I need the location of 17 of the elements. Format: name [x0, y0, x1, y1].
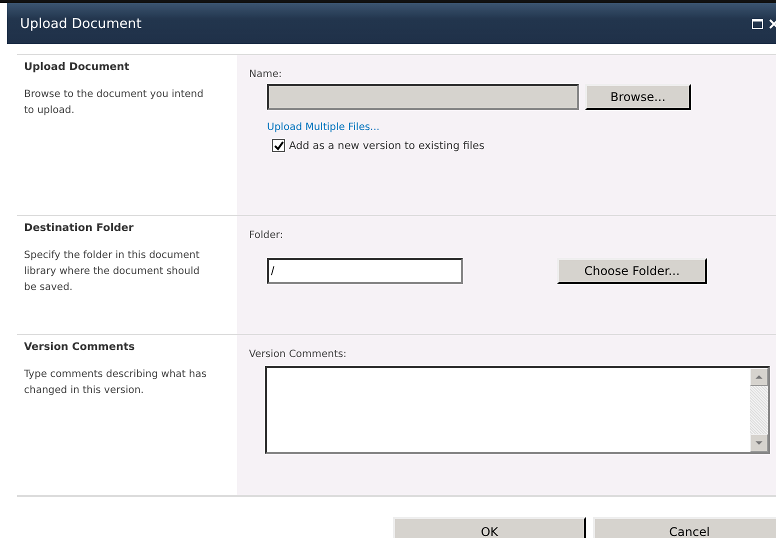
section-heading: Version Comments	[24, 341, 136, 353]
section-heading: Upload Document	[24, 61, 130, 73]
folder-field[interactable]: /	[267, 258, 463, 284]
upload-multiple-link[interactable]: Upload Multiple Files...	[267, 122, 380, 133]
choose-folder-button[interactable]: Choose Folder...	[557, 258, 707, 284]
section-heading: Destination Folder	[24, 222, 135, 234]
field-label: Name:	[249, 69, 283, 80]
dialog-button[interactable]: Cancel	[593, 517, 776, 538]
section-description: Type comments describing what has changed in this version.	[24, 368, 207, 398]
field-label: Version Comments:	[249, 349, 348, 360]
section-description: Browse to the document you intend to upload.	[24, 88, 204, 118]
window-title: Upload Document	[20, 16, 142, 32]
field-label: Folder:	[249, 230, 284, 241]
checkbox-label: Add as a new version to existing files	[289, 140, 484, 152]
browse-button[interactable]: Browse...	[585, 84, 691, 110]
dialog-button[interactable]: OK	[393, 517, 586, 538]
section-description: Specify the folder in this document library where the document should be saved.	[24, 249, 201, 295]
